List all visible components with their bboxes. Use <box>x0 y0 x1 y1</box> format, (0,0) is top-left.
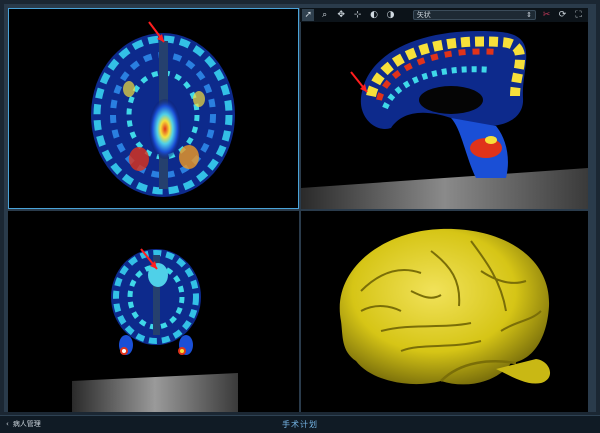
unlink-icon[interactable]: ✂ <box>540 9 553 21</box>
coronal-slice-image <box>72 248 238 412</box>
window-level-tool-icon[interactable]: ◐ <box>368 9 380 21</box>
view-selector[interactable]: 矢状 ⇕ <box>412 10 536 20</box>
view-selector-value: 矢状 <box>416 11 431 19</box>
rotate-icon[interactable]: ⟳ <box>556 9 569 21</box>
status-bar: ‹ 病人管理 手术计划 <box>0 415 600 433</box>
coronal-viewport[interactable] <box>8 211 299 412</box>
pointer-tool-icon[interactable]: ➚ <box>302 9 315 21</box>
page-title: 手术计划 <box>282 420 318 429</box>
crosshair-tool-icon[interactable]: ⊹ <box>351 9 363 21</box>
axial-viewport[interactable] <box>8 8 299 209</box>
fullscreen-icon[interactable]: ⛶ <box>572 9 585 21</box>
chevron-down-icon: ⇕ <box>526 11 532 19</box>
sagittal-viewport[interactable] <box>301 8 588 209</box>
pan-tool-icon[interactable]: ✥ <box>335 9 347 21</box>
contrast-tool-icon[interactable]: ◑ <box>384 9 396 21</box>
axial-slice-image <box>91 21 235 197</box>
viewport-toolbar: ➚ ⌕ ✥ ⊹ ◐ ◑ 矢状 ⇕ ✂ ⟳ ⛶ <box>300 8 588 22</box>
brain-3d-render <box>339 228 551 385</box>
3d-render-viewport[interactable] <box>301 211 588 412</box>
zoom-tool-icon[interactable]: ⌕ <box>318 9 330 21</box>
sagittal-slice-image <box>301 31 588 209</box>
